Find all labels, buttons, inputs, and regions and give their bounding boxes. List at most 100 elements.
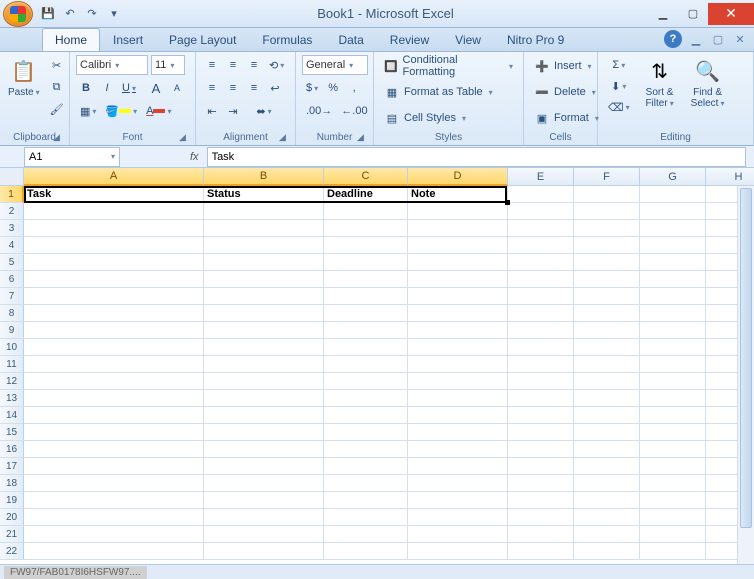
cell-E18[interactable] — [508, 475, 574, 492]
cell-A4[interactable] — [24, 237, 204, 254]
cell-E20[interactable] — [508, 509, 574, 526]
align-right-button[interactable]: ≡ — [244, 78, 264, 98]
minimize-button[interactable]: ▁ — [648, 3, 678, 25]
cell-C4[interactable] — [324, 237, 408, 254]
cell-C8[interactable] — [324, 305, 408, 322]
align-bottom-button[interactable]: ≡ — [244, 55, 264, 75]
cell-G16[interactable] — [640, 441, 706, 458]
cell-B22[interactable] — [204, 543, 324, 560]
cell-B13[interactable] — [204, 390, 324, 407]
cell-E8[interactable] — [508, 305, 574, 322]
cell-D12[interactable] — [408, 373, 508, 390]
wrap-text-button[interactable]: ↩ — [265, 78, 285, 98]
cell-B2[interactable] — [204, 203, 324, 220]
cell-F15[interactable] — [574, 424, 640, 441]
cell-D17[interactable] — [408, 458, 508, 475]
column-header-B[interactable]: B — [204, 168, 324, 186]
cell-F11[interactable] — [574, 356, 640, 373]
cell-G22[interactable] — [640, 543, 706, 560]
decrease-decimal-button[interactable]: ←.00 — [337, 101, 371, 121]
mdi-restore-icon[interactable]: ▢ — [710, 31, 726, 47]
decrease-indent-button[interactable]: ⇤ — [202, 101, 222, 121]
cell-A21[interactable] — [24, 526, 204, 543]
column-header-E[interactable]: E — [508, 168, 574, 186]
tab-home[interactable]: Home — [42, 28, 100, 51]
cell-D6[interactable] — [408, 271, 508, 288]
cell-E22[interactable] — [508, 543, 574, 560]
cell-G18[interactable] — [640, 475, 706, 492]
cell-D10[interactable] — [408, 339, 508, 356]
merge-center-button[interactable]: ⬌▾ — [244, 101, 284, 121]
comma-button[interactable]: , — [344, 78, 364, 98]
cell-C22[interactable] — [324, 543, 408, 560]
cell-E19[interactable] — [508, 492, 574, 509]
cell-B14[interactable] — [204, 407, 324, 424]
cell-G14[interactable] — [640, 407, 706, 424]
row-header-21[interactable]: 21 — [0, 526, 24, 543]
cell-F4[interactable] — [574, 237, 640, 254]
cell-E2[interactable] — [508, 203, 574, 220]
fx-icon[interactable]: fx — [190, 151, 199, 163]
cell-E10[interactable] — [508, 339, 574, 356]
format-as-table-button[interactable]: ▦Format as Table▾ — [380, 81, 497, 103]
number-format-combo[interactable]: General▾ — [302, 55, 368, 75]
cell-C7[interactable] — [324, 288, 408, 305]
cell-F20[interactable] — [574, 509, 640, 526]
cell-E17[interactable] — [508, 458, 574, 475]
cell-D16[interactable] — [408, 441, 508, 458]
fill-button[interactable]: ⬇▾ — [604, 76, 634, 96]
cell-C18[interactable] — [324, 475, 408, 492]
cell-F10[interactable] — [574, 339, 640, 356]
cell-F2[interactable] — [574, 203, 640, 220]
cell-D9[interactable] — [408, 322, 508, 339]
cell-A19[interactable] — [24, 492, 204, 509]
cell-C9[interactable] — [324, 322, 408, 339]
cell-G2[interactable] — [640, 203, 706, 220]
cell-E12[interactable] — [508, 373, 574, 390]
cell-B5[interactable] — [204, 254, 324, 271]
cell-A11[interactable] — [24, 356, 204, 373]
cell-D4[interactable] — [408, 237, 508, 254]
cell-C15[interactable] — [324, 424, 408, 441]
format-painter-icon[interactable]: 🖌 — [46, 99, 68, 119]
cell-G1[interactable] — [640, 186, 706, 203]
cell-B6[interactable] — [204, 271, 324, 288]
row-header-8[interactable]: 8 — [0, 305, 24, 322]
column-header-G[interactable]: G — [640, 168, 706, 186]
cell-C1[interactable]: Deadline — [324, 186, 408, 203]
row-header-19[interactable]: 19 — [0, 492, 24, 509]
percent-button[interactable]: % — [323, 78, 343, 98]
cell-E3[interactable] — [508, 220, 574, 237]
cell-F19[interactable] — [574, 492, 640, 509]
cell-A6[interactable] — [24, 271, 204, 288]
alignment-launcher-icon[interactable]: ◢ — [276, 131, 289, 144]
cell-A8[interactable] — [24, 305, 204, 322]
cell-F1[interactable] — [574, 186, 640, 203]
cell-A10[interactable] — [24, 339, 204, 356]
formula-input[interactable] — [207, 147, 746, 167]
cell-E13[interactable] — [508, 390, 574, 407]
cell-E7[interactable] — [508, 288, 574, 305]
cell-E6[interactable] — [508, 271, 574, 288]
tab-data[interactable]: Data — [325, 28, 376, 51]
cell-G15[interactable] — [640, 424, 706, 441]
cell-G6[interactable] — [640, 271, 706, 288]
cell-A17[interactable] — [24, 458, 204, 475]
tab-view[interactable]: View — [442, 28, 494, 51]
cell-D22[interactable] — [408, 543, 508, 560]
row-header-7[interactable]: 7 — [0, 288, 24, 305]
cells-area[interactable]: TaskStatusDeadlineNote — [24, 186, 754, 560]
cell-E9[interactable] — [508, 322, 574, 339]
cell-B3[interactable] — [204, 220, 324, 237]
cell-D3[interactable] — [408, 220, 508, 237]
clipboard-launcher-icon[interactable]: ◢ — [50, 131, 63, 144]
cell-C2[interactable] — [324, 203, 408, 220]
qat-customize-icon[interactable]: ▾ — [105, 5, 123, 23]
cell-D11[interactable] — [408, 356, 508, 373]
cell-G19[interactable] — [640, 492, 706, 509]
cell-B18[interactable] — [204, 475, 324, 492]
increase-indent-button[interactable]: ⇥ — [223, 101, 243, 121]
cell-C12[interactable] — [324, 373, 408, 390]
cell-A9[interactable] — [24, 322, 204, 339]
tab-insert[interactable]: Insert — [100, 28, 156, 51]
